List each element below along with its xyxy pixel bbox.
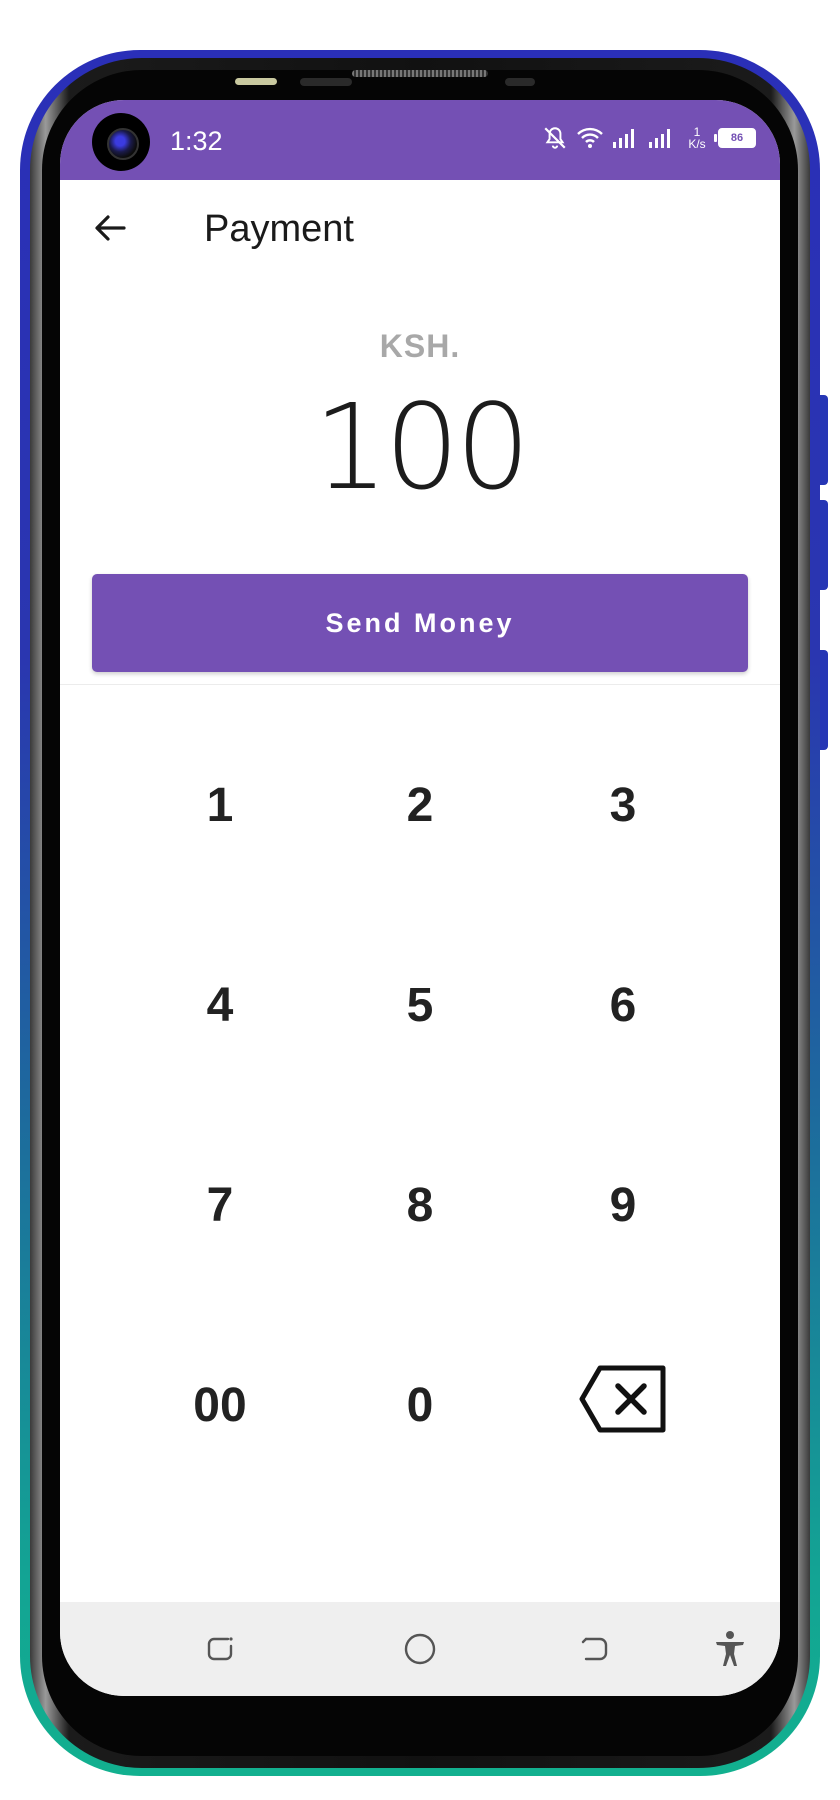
divider [60,684,780,685]
arrow-left-icon[interactable] [88,206,132,250]
signal-icon [648,127,676,149]
accessibility-icon[interactable] [708,1627,752,1671]
key-5[interactable]: 5 [320,930,520,1080]
backspace-key[interactable] [523,1330,723,1480]
recent-apps-icon[interactable] [198,1627,242,1671]
numeric-keypad: 1 2 3 4 5 6 7 8 9 00 0 [60,730,780,1540]
page-title: Payment [204,208,354,250]
system-nav-bar [60,1602,780,1696]
wifi-icon [576,126,604,150]
key-0[interactable]: 0 [320,1330,520,1480]
currency-label: KSH. [379,328,461,364]
app-bar: Payment [60,180,780,290]
front-camera [92,113,150,171]
home-icon[interactable] [398,1627,442,1671]
earpiece-speaker [352,70,488,77]
key-1[interactable]: 1 [120,730,320,880]
key-4[interactable]: 4 [120,930,320,1080]
volume-down-button [820,500,828,590]
battery-icon: 86 [714,128,756,148]
key-00[interactable]: 00 [120,1330,320,1480]
back-icon[interactable] [572,1627,616,1671]
key-6[interactable]: 6 [523,930,723,1080]
power-button [820,650,828,750]
key-9[interactable]: 9 [523,1130,723,1280]
sensor [235,78,277,85]
status-time: 1:32 [170,126,223,156]
send-money-button[interactable]: Send Money [92,574,748,672]
volume-up-button [820,395,828,485]
network-speed-unit: K/s [688,137,706,151]
network-speed: 1 K/s [684,126,710,150]
key-2[interactable]: 2 [320,730,520,880]
amount-display: 100 [313,378,530,516]
sensor [505,78,535,86]
key-7[interactable]: 7 [120,1130,320,1280]
status-bar: 1:32 1 K/s 86 [60,100,780,180]
signal-icon [612,127,640,149]
backspace-icon [578,1364,668,1446]
mute-icon [542,125,568,151]
sensor [300,78,352,86]
screen: 1:32 1 K/s 86 Payment KSH. 100 Send Mone… [60,100,780,1696]
key-8[interactable]: 8 [320,1130,520,1280]
key-3[interactable]: 3 [523,730,723,880]
